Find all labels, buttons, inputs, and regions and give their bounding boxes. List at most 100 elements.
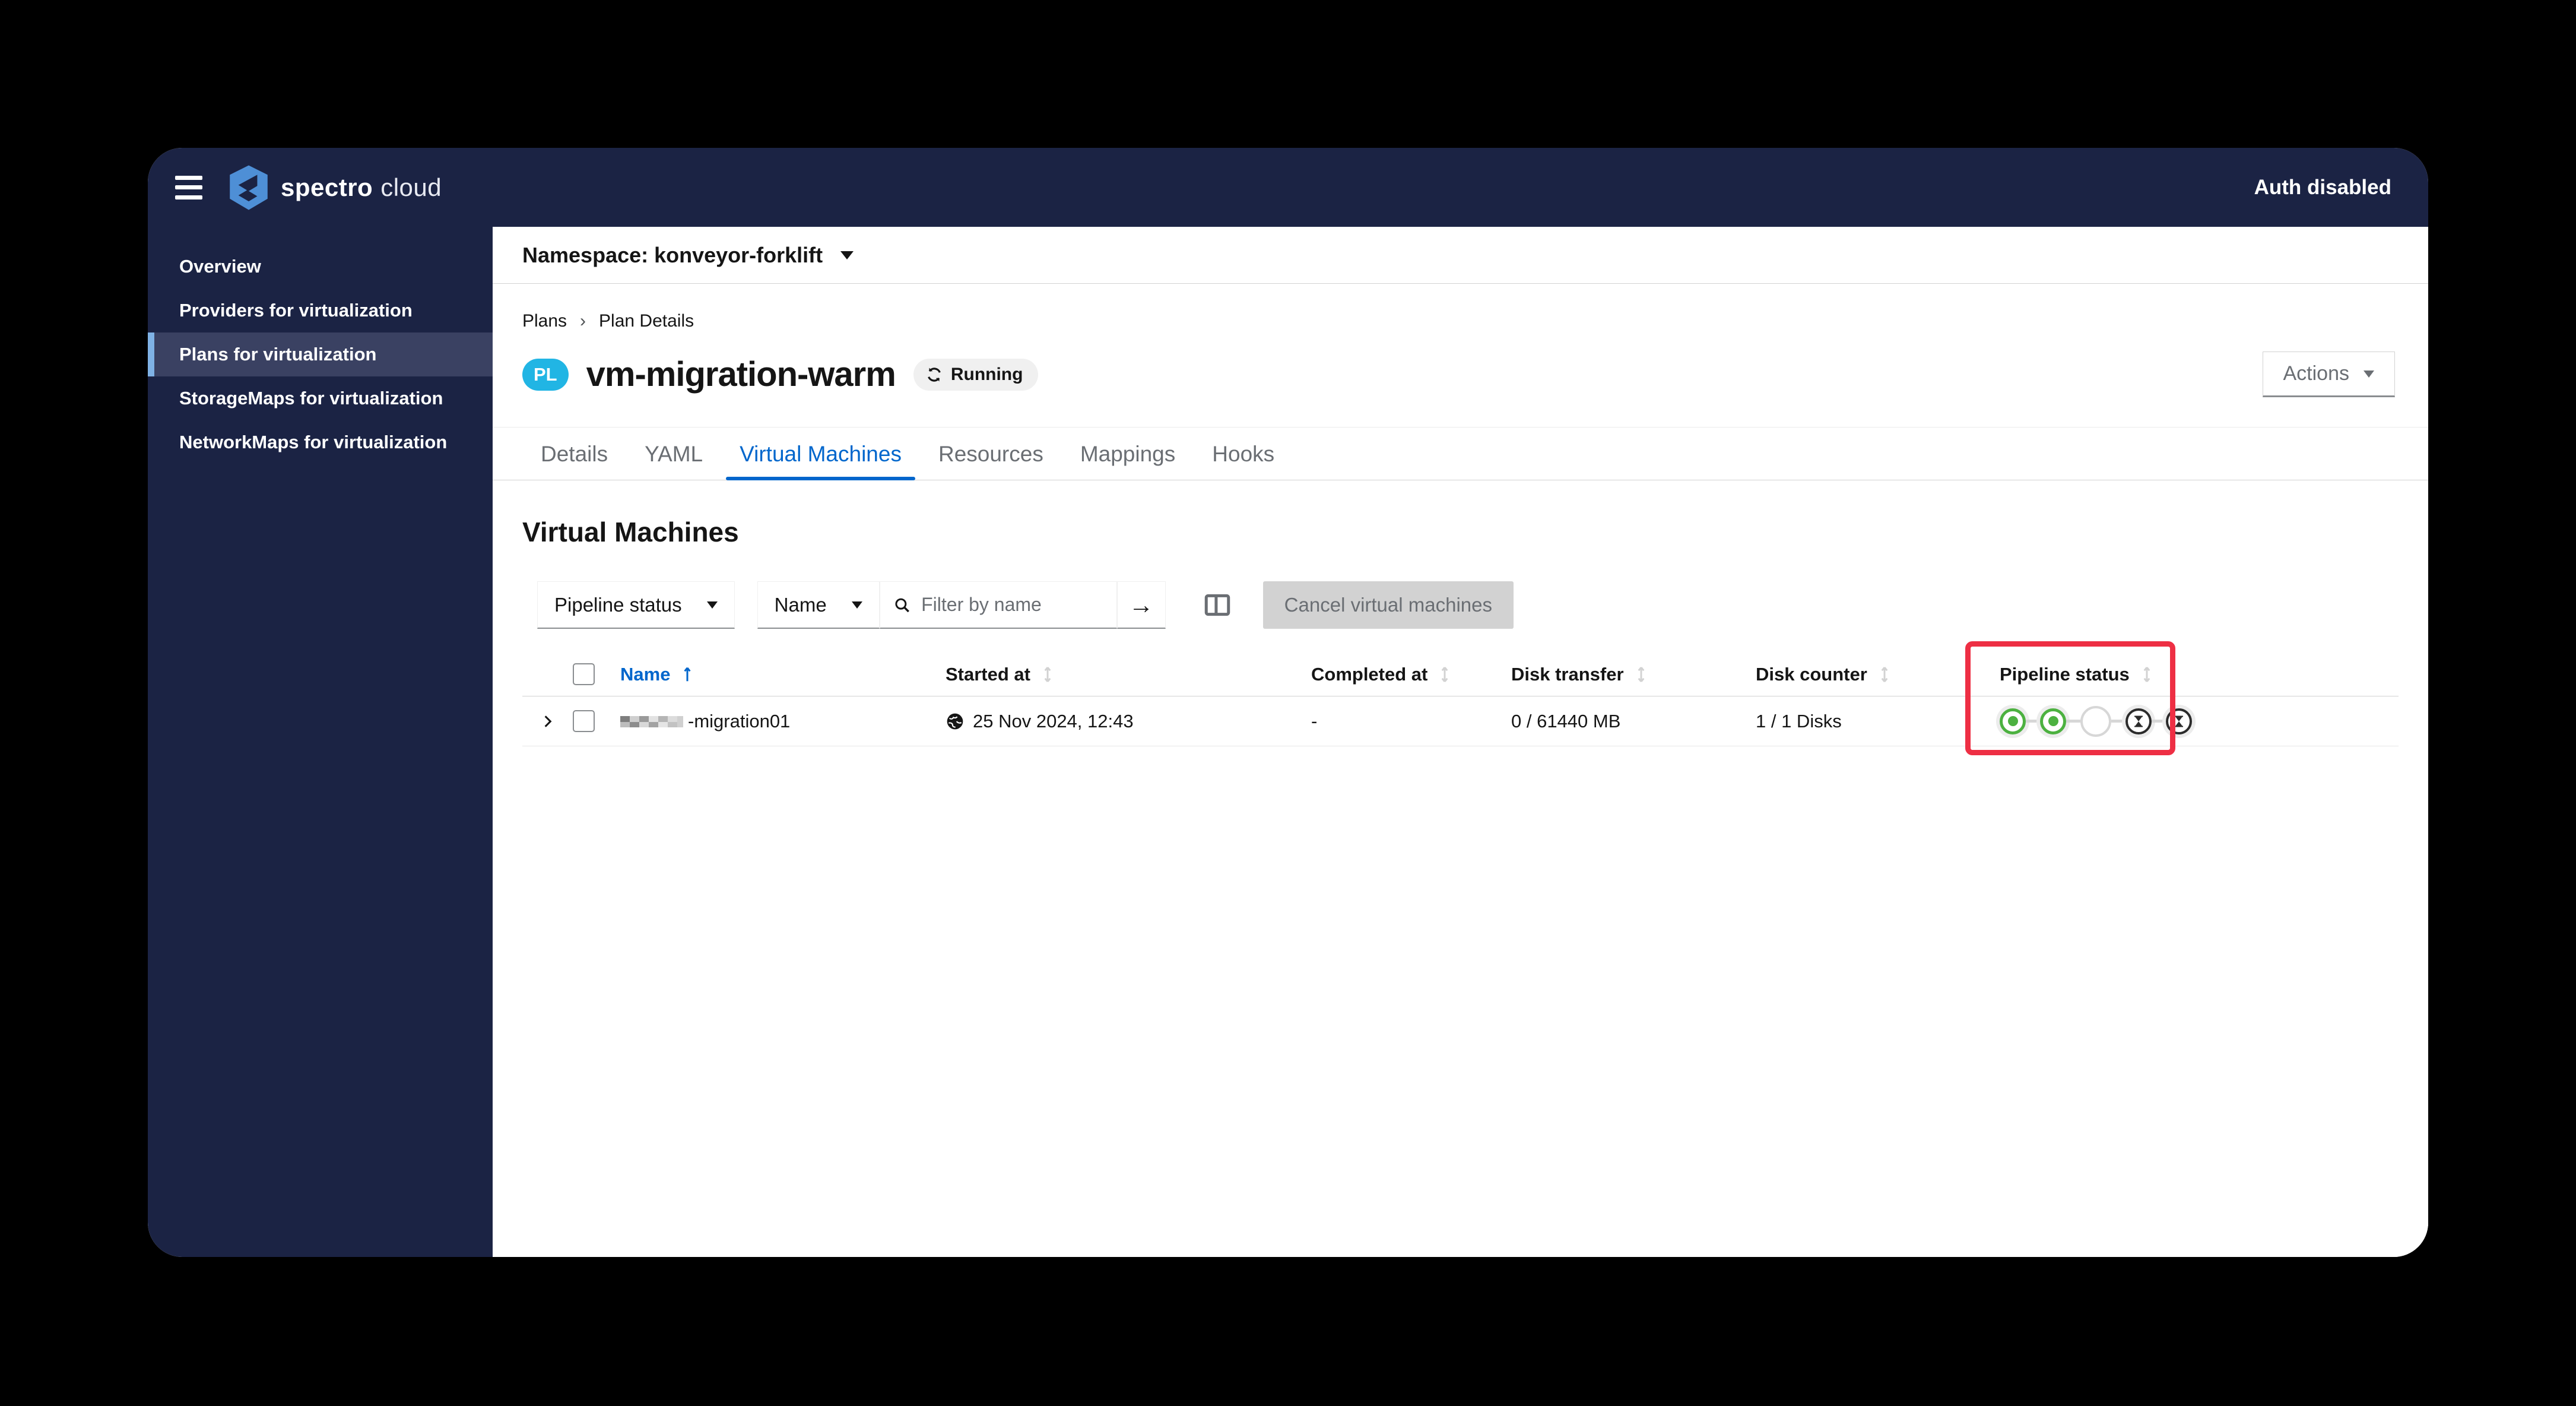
disk-counter-value: 1 / 1 Disks <box>1756 710 1842 732</box>
sidebar-item-networkmaps[interactable]: NetworkMaps for virtualization <box>148 420 493 464</box>
hourglass-icon <box>2134 715 2143 727</box>
column-header-started-at[interactable]: Started at <box>946 664 1311 685</box>
vm-name-label: -migration01 <box>688 710 791 732</box>
search-field <box>879 581 1117 629</box>
title-row: PL vm-migration-warm Running Actions <box>522 352 2395 397</box>
sidebar-item-plans[interactable]: Plans for virtualization <box>148 332 493 376</box>
auth-status-label: Auth disabled <box>2254 175 2391 199</box>
pipeline-connector <box>2026 720 2040 723</box>
sidebar-item-label: Overview <box>179 256 261 277</box>
chevron-right-icon <box>544 715 551 727</box>
pipeline-step-completed <box>2040 708 2066 734</box>
pipeline-track <box>2000 705 2192 737</box>
app-window: spectro cloud Auth disabled Overview Pro… <box>148 148 2428 1257</box>
sidebar-item-label: Providers for virtualization <box>179 300 413 321</box>
arrow-right-icon: → <box>1128 590 1154 619</box>
completed-at-value: - <box>1311 710 1318 732</box>
disk-counter-cell: 1 / 1 Disks <box>1756 711 1970 732</box>
toolbar: Pipeline status Name Filter by name → Ca… <box>493 581 2428 629</box>
filter-attribute-select[interactable]: Name <box>757 581 880 629</box>
page-head: Plans › Plan Details PL vm-migration-war… <box>493 284 2428 397</box>
sort-icon <box>1635 665 1648 684</box>
pipeline-status-cell <box>1970 705 2399 737</box>
chevron-down-icon <box>851 601 862 609</box>
tab-resources[interactable]: Resources <box>920 428 1062 480</box>
row-checkbox[interactable] <box>573 710 595 732</box>
vm-name-cell: -migration01 <box>620 711 946 732</box>
column-header-disk-transfer[interactable]: Disk transfer <box>1511 664 1756 685</box>
tab-yaml[interactable]: YAML <box>626 428 721 480</box>
search-submit-button[interactable]: → <box>1116 581 1166 629</box>
tab-mappings[interactable]: Mappings <box>1062 428 1194 480</box>
chevron-down-icon <box>706 601 718 609</box>
sidebar-item-overview[interactable]: Overview <box>148 245 493 289</box>
sidebar-item-label: Plans for virtualization <box>179 344 377 365</box>
select-all-checkbox[interactable] <box>573 663 595 685</box>
status-badge: Running <box>913 358 1039 391</box>
pipeline-connector <box>2152 720 2166 723</box>
sidebar-item-storagemaps[interactable]: StorageMaps for virtualization <box>148 376 493 420</box>
column-header-name[interactable]: Name <box>620 664 946 685</box>
sidebar-item-label: StorageMaps for virtualization <box>179 388 443 408</box>
content-spacer <box>493 746 2428 1257</box>
spectro-cloud-logo-icon <box>230 164 268 210</box>
sidebar-item-label: NetworkMaps for virtualization <box>179 432 448 452</box>
manage-columns-icon <box>1204 594 1230 616</box>
pipeline-step-empty <box>2080 705 2111 737</box>
column-header-pipeline-status[interactable]: Pipeline status <box>1970 664 2399 685</box>
sort-icon <box>1878 665 1891 684</box>
select-all-cell <box>573 663 620 685</box>
virtual-machines-table: Name Started at Completed at Disk transf… <box>493 641 2428 755</box>
namespace-bar: Namespace: konveyor-forklift <box>493 227 2428 284</box>
filter-attribute-label: Name <box>774 593 827 616</box>
started-at-value: 25 Nov 2024, 12:43 <box>973 710 1134 732</box>
breadcrumb-item-plan-details: Plan Details <box>599 311 694 331</box>
status-badge-label: Running <box>950 364 1023 384</box>
brand-name-secondary: cloud <box>380 173 442 201</box>
tab-bar: Details YAML Virtual Machines Resources … <box>493 427 2428 480</box>
disk-transfer-cell: 0 / 61440 MB <box>1511 711 1756 732</box>
table-header-row: Name Started at Completed at Disk transf… <box>522 653 2399 696</box>
chevron-down-icon <box>2364 370 2374 378</box>
namespace-label: Namespace: konveyor-forklift <box>522 242 823 267</box>
disk-transfer-value: 0 / 61440 MB <box>1511 710 1621 732</box>
search-icon <box>895 598 909 612</box>
cancel-virtual-machines-button[interactable]: Cancel virtual machines <box>1262 581 1514 629</box>
tab-hooks[interactable]: Hooks <box>1194 428 1293 480</box>
redacted-name-pixels <box>620 715 683 727</box>
tab-virtual-machines[interactable]: Virtual Machines <box>721 428 920 480</box>
hamburger-menu-button[interactable] <box>175 175 202 200</box>
sort-ascending-icon <box>681 666 694 683</box>
pipeline-step-completed <box>2000 708 2026 734</box>
pipeline-status-filter-label: Pipeline status <box>554 593 682 616</box>
hourglass-icon <box>2175 715 2183 727</box>
namespace-selector[interactable]: Namespace: konveyor-forklift <box>522 243 854 268</box>
pipeline-status-filter-select[interactable]: Pipeline status <box>537 581 735 629</box>
tab-details[interactable]: Details <box>522 428 626 480</box>
sort-icon <box>1438 665 1451 684</box>
brand-name-primary: spectro <box>281 173 373 201</box>
row-select-cell <box>573 710 620 732</box>
plan-type-badge: PL <box>522 358 569 391</box>
search-group: Name → <box>757 581 1166 629</box>
breadcrumb-item-plans[interactable]: Plans <box>522 311 567 331</box>
started-at-cell: 25 Nov 2024, 12:43 <box>946 711 1311 732</box>
sync-icon <box>927 367 941 382</box>
pipeline-step-pending <box>2166 708 2192 734</box>
column-header-disk-counter[interactable]: Disk counter <box>1756 664 1970 685</box>
breadcrumb: Plans › Plan Details <box>522 311 2395 331</box>
app-header: spectro cloud Auth disabled <box>148 148 2428 227</box>
expand-row-button[interactable] <box>540 714 556 729</box>
actions-button[interactable]: Actions <box>2262 352 2395 397</box>
main-content: Namespace: konveyor-forklift Plans › Pla… <box>493 227 2428 1257</box>
brand: spectro cloud <box>227 164 442 211</box>
manage-columns-button[interactable] <box>1203 590 1232 620</box>
chevron-down-icon <box>840 251 854 259</box>
breadcrumb-separator-icon: › <box>580 311 586 331</box>
pipeline-connector <box>2066 720 2080 723</box>
search-input[interactable] <box>921 594 1103 616</box>
sort-icon <box>1041 665 1054 684</box>
column-header-completed-at[interactable]: Completed at <box>1311 664 1511 685</box>
sidebar-item-providers[interactable]: Providers for virtualization <box>148 289 493 332</box>
section-title: Virtual Machines <box>522 517 739 547</box>
